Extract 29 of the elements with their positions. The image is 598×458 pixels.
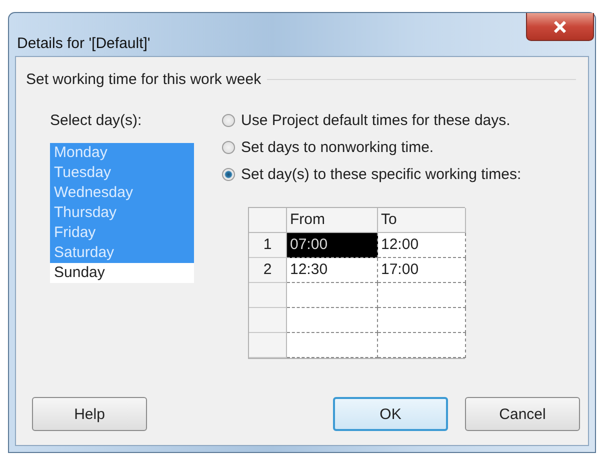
table-cell[interactable]	[287, 283, 378, 308]
row-number: 2	[249, 258, 287, 283]
table-cell[interactable]	[287, 308, 378, 333]
window-title: Details for '[Default]'	[17, 35, 150, 52]
radio-button[interactable]	[222, 168, 235, 181]
dialog-button[interactable]: Help	[32, 397, 147, 431]
dialog-button[interactable]: OK	[333, 397, 448, 431]
option-label[interactable]: Use Project default times for these days.	[241, 112, 510, 129]
radio-button[interactable]	[222, 114, 235, 127]
row-number: 1	[249, 233, 287, 258]
option-label[interactable]: Set day(s) to these specific working times:	[241, 166, 522, 183]
dialog-button[interactable]: Cancel	[465, 397, 580, 431]
close-icon	[553, 20, 567, 32]
table-cell[interactable]	[378, 308, 466, 333]
radio-button[interactable]	[222, 141, 235, 154]
table-cell[interactable]: 12:30	[287, 258, 378, 283]
table-cell[interactable]	[378, 283, 466, 308]
column-header: To	[378, 208, 466, 233]
group-title: Set working time for this work week	[26, 71, 262, 88]
table-cell[interactable]	[378, 333, 466, 358]
table-cell[interactable]: 12:00	[378, 233, 466, 258]
option-label[interactable]: Set days to nonworking time.	[241, 139, 434, 156]
field-label: Select day(s):	[50, 112, 143, 129]
column-header: From	[287, 208, 378, 233]
table-cell[interactable]	[287, 333, 378, 358]
table-cell[interactable]: 07:00	[287, 233, 378, 258]
list-item[interactable]: Sunday	[50, 263, 194, 283]
table-cell[interactable]: 17:00	[378, 258, 466, 283]
close-button[interactable]	[526, 13, 594, 41]
